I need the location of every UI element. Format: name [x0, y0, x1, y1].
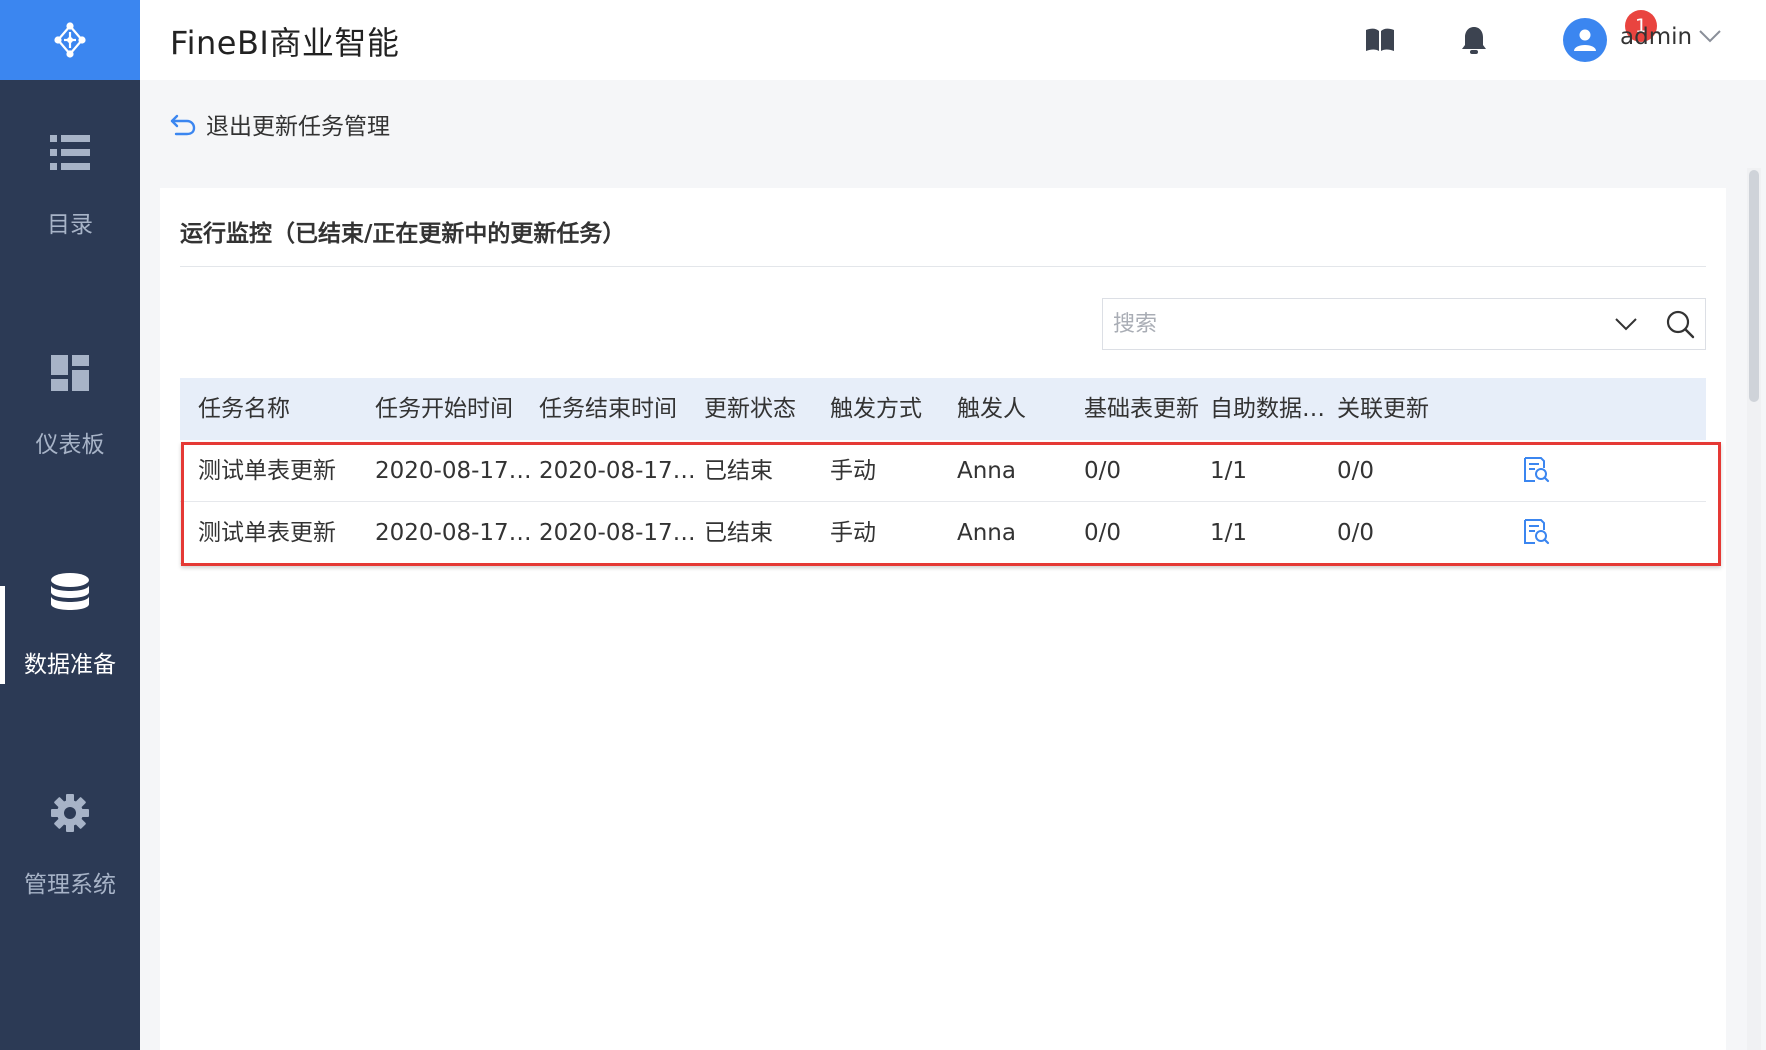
sidebar-item-dashboard[interactable]: 仪表板 — [0, 330, 140, 480]
app-logo[interactable] — [0, 0, 140, 80]
trigger-type-cell: 手动 — [830, 458, 876, 484]
sidebar-item-admin[interactable]: 管理系统 — [0, 770, 140, 920]
user-name[interactable]: admin — [1620, 24, 1692, 50]
end-time-cell: 2020-08-17 … — [539, 520, 697, 546]
back-arrow-icon — [170, 114, 196, 136]
dashboard-icon — [48, 351, 92, 395]
back-button[interactable]: 退出更新任务管理 — [170, 107, 390, 141]
column-header: 触发方式 — [830, 396, 922, 422]
sidebar-item-label: 目录 — [47, 212, 93, 238]
search-input[interactable] — [1103, 299, 1603, 349]
app-title: FineBI商业智能 — [170, 24, 400, 62]
sidebar-item-catalog[interactable]: 目录 — [0, 110, 140, 260]
list-icon — [48, 131, 92, 175]
self-service-data-cell: 1/1 — [1210, 458, 1248, 484]
self-service-data-cell: 1/1 — [1210, 520, 1248, 546]
bell-icon[interactable] — [1458, 24, 1490, 56]
logo-icon — [54, 22, 86, 58]
search-icon[interactable] — [1665, 309, 1695, 343]
column-header: 触发人 — [957, 396, 1026, 422]
sidebar-item-data-prep[interactable]: 数据准备 — [0, 550, 140, 700]
avatar[interactable] — [1563, 18, 1607, 62]
back-label: 退出更新任务管理 — [206, 114, 390, 140]
task-name-cell: 测试单表更新 — [198, 458, 336, 484]
panel-title: 运行监控（已结束/正在更新中的更新任务） — [180, 221, 626, 247]
column-header: 任务结束时间 — [539, 396, 677, 422]
divider — [180, 266, 1706, 267]
column-header: 自助数据… — [1210, 396, 1325, 422]
database-icon — [48, 571, 92, 615]
sidebar-item-label: 管理系统 — [24, 872, 116, 898]
column-header: 更新状态 — [704, 396, 796, 422]
start-time-cell: 2020-08-17 … — [375, 458, 533, 484]
column-header: 基础表更新 — [1084, 396, 1199, 422]
trigger-type-cell: 手动 — [830, 520, 876, 546]
status-cell: 已结束 — [704, 520, 773, 546]
trigger-user-cell: Anna — [957, 520, 1016, 546]
view-detail-icon[interactable] — [1522, 456, 1550, 488]
table-row[interactable]: 测试单表更新 2020-08-17 … 2020-08-17 … 已结束 手动 … — [180, 502, 1706, 564]
view-detail-icon[interactable] — [1522, 518, 1550, 550]
column-header: 关联更新 — [1337, 396, 1429, 422]
sidebar-item-label: 仪表板 — [35, 432, 105, 458]
trigger-user-cell: Anna — [957, 458, 1016, 484]
chevron-down-icon[interactable] — [1698, 28, 1722, 48]
sidebar-item-label: 数据准备 — [24, 652, 116, 678]
task-table: 任务名称 任务开始时间 任务结束时间 更新状态 触发方式 触发人 基础表更新 自… — [180, 378, 1706, 564]
scrollbar-thumb[interactable] — [1749, 170, 1759, 402]
gear-icon — [48, 791, 92, 835]
base-table-update-cell: 0/0 — [1084, 520, 1122, 546]
monitor-panel: 运行监控（已结束/正在更新中的更新任务） 任务名称 任务开始时间 任务结束时间 — [160, 188, 1726, 1050]
user-icon — [1574, 29, 1596, 51]
column-header: 任务名称 — [198, 396, 290, 422]
column-header: 任务开始时间 — [375, 396, 513, 422]
chevron-down-icon[interactable] — [1613, 311, 1639, 341]
end-time-cell: 2020-08-17 … — [539, 458, 697, 484]
task-name-cell: 测试单表更新 — [198, 520, 336, 546]
book-icon[interactable] — [1364, 24, 1396, 56]
sidebar: 目录 仪表板 数据准备 管理系统 — [0, 0, 140, 1050]
related-update-cell: 0/0 — [1337, 520, 1375, 546]
related-update-cell: 0/0 — [1337, 458, 1375, 484]
base-table-update-cell: 0/0 — [1084, 458, 1122, 484]
table-header: 任务名称 任务开始时间 任务结束时间 更新状态 触发方式 触发人 基础表更新 自… — [180, 378, 1706, 440]
start-time-cell: 2020-08-17 … — [375, 520, 533, 546]
main-content: 退出更新任务管理 运行监控（已结束/正在更新中的更新任务） 任务名称 任务开始时 — [140, 80, 1766, 1050]
top-header: FineBI商业智能 1 admin — [140, 0, 1766, 80]
search-box — [1102, 298, 1706, 350]
status-cell: 已结束 — [704, 458, 773, 484]
table-row[interactable]: 测试单表更新 2020-08-17 … 2020-08-17 … 已结束 手动 … — [180, 440, 1706, 502]
scrollbar[interactable] — [1747, 168, 1761, 1050]
